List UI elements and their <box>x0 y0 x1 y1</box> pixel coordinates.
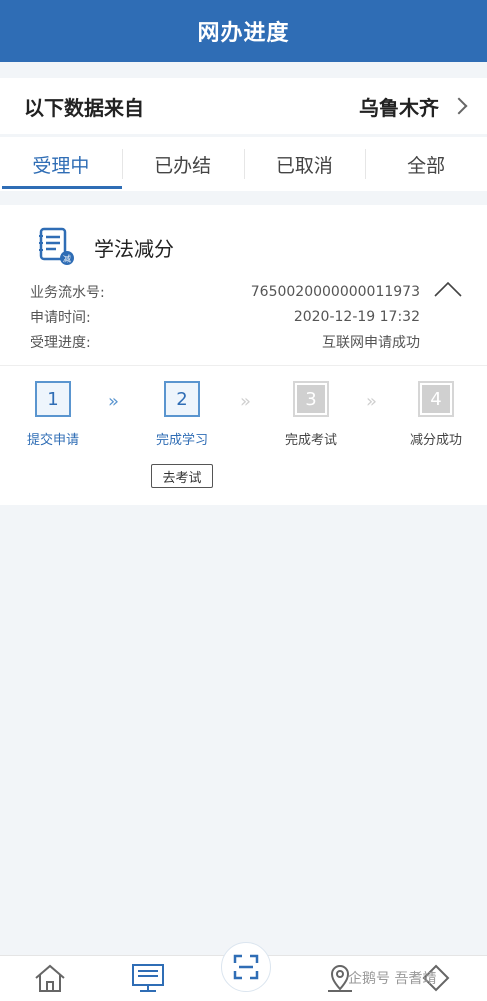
data-source-label: 以下数据来自 <box>24 95 144 120</box>
scan-button[interactable] <box>221 942 271 992</box>
page-title: 网办进度 <box>197 21 290 46</box>
tab-all[interactable]: 全部 <box>365 137 487 191</box>
progress-steps: 1 提交申请 » 2 完成学习 » 3 完成考试 » 4 减分成功 <box>0 381 487 501</box>
step-submit: 1 提交申请 <box>8 381 98 448</box>
city-name: 乌鲁木齐 <box>359 95 439 120</box>
scan-icon <box>233 954 259 980</box>
card-header: 减 学法减分 <box>38 227 174 267</box>
progress-label: 受理进度: <box>30 334 91 351</box>
step-deduct: 4 减分成功 <box>391 381 481 448</box>
progress-value: 互联网申请成功 <box>322 334 420 351</box>
status-tabs: 受理中 已办结 已取消 全部 <box>0 137 487 191</box>
tab-completed[interactable]: 已办结 <box>121 137 244 191</box>
double-chevron-icon: » <box>240 391 252 412</box>
tab-cancelled[interactable]: 已取消 <box>243 137 366 191</box>
time-value: 2020-12-19 17:32 <box>293 308 420 325</box>
serial-label: 业务流水号: <box>30 284 105 301</box>
go-exam-button[interactable]: 去考试 <box>151 464 213 488</box>
step-label: 完成考试 <box>284 433 337 448</box>
application-card: 减 学法减分 业务流水号: 7650020000000011973 申请时间: … <box>0 205 487 505</box>
step-number: 1 <box>35 381 71 417</box>
services-icon[interactable] <box>130 962 166 994</box>
step-label: 完成学习 <box>155 433 208 448</box>
step-label: 减分成功 <box>409 433 462 448</box>
city-selector[interactable]: 乌鲁木齐 <box>359 92 468 121</box>
step-exam: 3 完成考试 <box>266 381 356 448</box>
tab-processing[interactable]: 受理中 <box>0 137 122 191</box>
chevron-up-icon[interactable] <box>434 281 462 297</box>
double-chevron-icon: » <box>108 391 120 412</box>
info-row-time: 申请时间: 2020-12-19 17:32 <box>30 304 420 329</box>
info-row-serial: 业务流水号: 7650020000000011973 <box>30 279 420 304</box>
divider <box>0 365 487 366</box>
info-row-progress: 受理进度: 互联网申请成功 <box>30 329 420 354</box>
step-number: 2 <box>164 381 200 417</box>
document-icon: 减 <box>38 227 74 267</box>
icon-badge-text: 减 <box>63 254 71 264</box>
time-label: 申请时间: <box>30 309 91 326</box>
application-info: 业务流水号: 7650020000000011973 申请时间: 2020-12… <box>30 279 420 354</box>
watermark-text: 企鹅号 吾耆靖 <box>348 971 437 987</box>
serial-value: 7650020000000011973 <box>250 283 420 300</box>
card-title: 学法减分 <box>94 236 174 261</box>
chevron-right-icon <box>450 97 468 115</box>
step-label: 提交申请 <box>26 433 79 448</box>
data-source-bar[interactable]: 以下数据来自 乌鲁木齐 <box>0 78 487 134</box>
page-header: 网办进度 <box>0 0 487 62</box>
home-icon[interactable] <box>32 962 68 994</box>
double-chevron-icon: » <box>366 391 378 412</box>
step-number: 4 <box>418 381 454 417</box>
watermark: 企鹅号 吾耆靖 <box>348 968 436 988</box>
step-study: 2 完成学习 <box>137 381 227 448</box>
step-number: 3 <box>293 381 329 417</box>
